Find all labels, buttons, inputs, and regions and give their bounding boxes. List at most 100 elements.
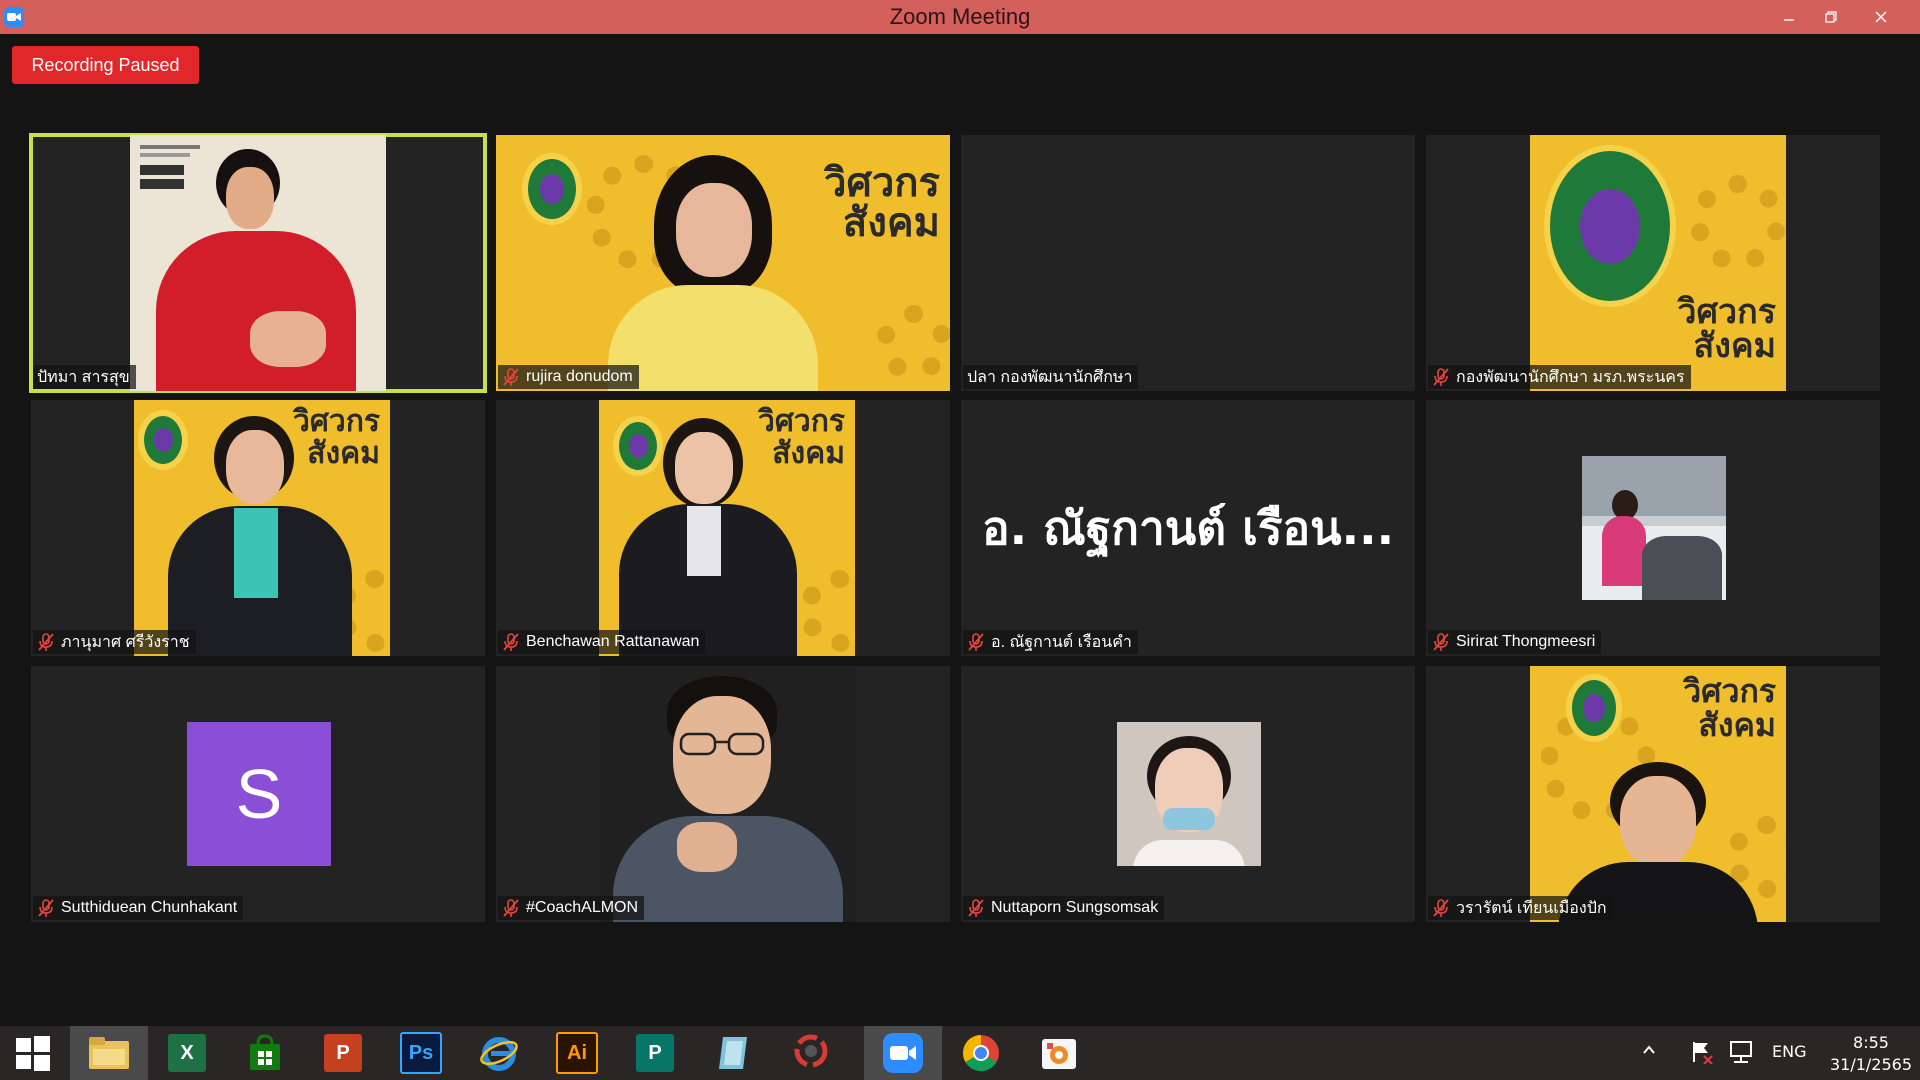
store-bag-icon bbox=[250, 1034, 280, 1070]
participant-name-tag: อ. ณัฐกานต์ เรือนคำ bbox=[963, 630, 1138, 654]
taskbar-internet-explorer[interactable] bbox=[460, 1026, 538, 1080]
participant-name: กองพัฒนานักศึกษา มรภ.พระนคร bbox=[1456, 368, 1685, 386]
participant-name-tag: Nuttaporn Sungsomsak bbox=[963, 896, 1165, 920]
participant-name: ภานุมาศ ศรีวังราช bbox=[61, 633, 190, 651]
internet-explorer-icon bbox=[480, 1037, 518, 1071]
clock[interactable]: 8:55 31/1/2565 bbox=[1826, 1032, 1916, 1076]
video-tile[interactable]: ปลา กองพัฒนานักศึกษา bbox=[961, 135, 1415, 391]
taskbar-zoom[interactable] bbox=[864, 1026, 942, 1080]
zoom-app-icon bbox=[4, 7, 24, 27]
muted-mic-icon bbox=[503, 633, 519, 651]
participant-picture bbox=[1582, 456, 1726, 600]
chrome-icon bbox=[962, 1035, 999, 1072]
video-tile[interactable]: Nuttaporn Sungsomsak bbox=[961, 666, 1415, 922]
restore-icon bbox=[1825, 11, 1837, 23]
taskbar-store[interactable] bbox=[226, 1026, 304, 1080]
restore-button[interactable] bbox=[1808, 0, 1854, 34]
university-seal-icon bbox=[138, 410, 188, 470]
participant-name: วรารัตน์ เทียนเมืองปัก bbox=[1456, 899, 1607, 917]
participant-name: Benchawan Rattanawan bbox=[526, 633, 700, 650]
tray-action-center[interactable] bbox=[1690, 1040, 1714, 1068]
video-tile[interactable]: ปัทมา สารสุข bbox=[29, 133, 487, 393]
taskbar-file-explorer[interactable] bbox=[70, 1026, 148, 1080]
muted-mic-icon bbox=[1433, 899, 1449, 917]
taskbar-photoshop[interactable]: Ps bbox=[382, 1026, 460, 1080]
participant-video: วิศวกร สังคม bbox=[1530, 135, 1786, 391]
network-icon bbox=[1730, 1041, 1752, 1063]
video-tile[interactable]: #CoachALMON bbox=[496, 666, 950, 922]
paint-icon bbox=[1042, 1039, 1076, 1069]
participant-video: วิศวกร สังคม bbox=[1530, 666, 1786, 922]
window-title: Zoom Meeting bbox=[889, 4, 1031, 29]
patterned-shirt bbox=[608, 285, 818, 391]
input-language[interactable]: ENG bbox=[1772, 1042, 1806, 1061]
participant-name-tag: #CoachALMON bbox=[498, 896, 645, 920]
poster-brand: วิศวกร สังคม bbox=[757, 404, 845, 471]
folder-icon bbox=[89, 1037, 129, 1069]
face-mask bbox=[1163, 808, 1215, 830]
video-tile[interactable]: วิศวกร สังคม rujira donudom bbox=[496, 135, 950, 391]
title-bar: Zoom Meeting bbox=[0, 0, 1920, 34]
taskbar-photoscape[interactable] bbox=[772, 1026, 850, 1080]
video-tile[interactable]: วิศวกร สังคม วรารัตน์ เทียนเมืองปัก bbox=[1426, 666, 1880, 922]
participant-display-name: อ. ณัฐกานต์ เรือน... bbox=[981, 500, 1395, 555]
start-button[interactable] bbox=[0, 1026, 66, 1080]
university-seal-icon bbox=[613, 416, 663, 476]
participant-name: Sutthiduean Chunhakant bbox=[61, 899, 238, 916]
close-button[interactable] bbox=[1858, 0, 1904, 34]
taskbar-publisher[interactable]: P bbox=[616, 1026, 694, 1080]
taskbar-chrome[interactable] bbox=[942, 1026, 1020, 1080]
video-tile[interactable]: Sirirat Thongmeesri bbox=[1426, 400, 1880, 656]
muted-mic-icon bbox=[1433, 633, 1449, 651]
photoscape-icon bbox=[794, 1034, 828, 1068]
publisher-icon: P bbox=[636, 1034, 674, 1072]
windows-taskbar: X P Ps Ai P ENG 8:55 31/1/2565 bbox=[0, 1026, 1920, 1080]
taskbar-illustrator[interactable]: Ai bbox=[538, 1026, 616, 1080]
tray-network[interactable] bbox=[1728, 1040, 1754, 1068]
participant-name-tag: ปลา กองพัฒนานักศึกษา bbox=[963, 365, 1139, 389]
photoshop-icon: Ps bbox=[400, 1032, 442, 1074]
participant-video: วิศวกร สังคม bbox=[496, 135, 950, 391]
white-shirt bbox=[687, 506, 721, 576]
close-icon bbox=[1875, 11, 1887, 23]
participant-name-tag: วรารัตน์ เทียนเมืองปัก bbox=[1428, 896, 1613, 920]
illustrator-icon: Ai bbox=[556, 1032, 598, 1074]
taskbar-powerpoint[interactable]: P bbox=[304, 1026, 382, 1080]
university-seal-icon bbox=[1566, 674, 1622, 742]
face bbox=[675, 432, 733, 504]
participant-video bbox=[130, 135, 386, 391]
participant-video: วิศวกร สังคม bbox=[599, 400, 855, 656]
video-tile[interactable]: อ. ณัฐกานต์ เรือน... อ. ณัฐกานต์ เรือนคำ bbox=[961, 400, 1415, 656]
muted-mic-icon bbox=[1433, 368, 1449, 386]
minimize-icon bbox=[1784, 19, 1794, 21]
teal-shirt bbox=[234, 508, 278, 598]
flag-icon bbox=[1693, 1042, 1713, 1065]
participant-photo bbox=[599, 666, 855, 922]
video-tile[interactable]: วิศวกร สังคม Benchawan Rattanawan bbox=[496, 400, 950, 656]
recording-paused-badge[interactable]: Recording Paused bbox=[12, 46, 199, 84]
muted-mic-icon bbox=[968, 899, 984, 917]
video-tile[interactable]: วิศวกร สังคม ภานุมาศ ศรีวังราช bbox=[31, 400, 485, 656]
university-seal-icon bbox=[1544, 145, 1676, 307]
participant-avatar: S bbox=[187, 722, 331, 866]
participant-name-tag: ภานุมาศ ศรีวังราช bbox=[33, 630, 196, 654]
backdrop-text-art bbox=[140, 145, 200, 215]
notepad-icon bbox=[719, 1037, 747, 1069]
taskbar-excel[interactable]: X bbox=[148, 1026, 226, 1080]
video-tile[interactable]: วิศวกร สังคม กองพัฒนานักศึกษา มรภ.พระนคร bbox=[1426, 135, 1880, 391]
participant-name-tag: rujira donudom bbox=[498, 365, 639, 389]
participant-name: Sirirat Thongmeesri bbox=[1456, 633, 1596, 650]
muted-mic-icon bbox=[38, 633, 54, 651]
taskbar-paint[interactable] bbox=[1020, 1026, 1098, 1080]
hand bbox=[250, 311, 326, 367]
participant-name-tag: Sutthiduean Chunhakant bbox=[33, 896, 244, 920]
taskbar-notepad[interactable] bbox=[694, 1026, 772, 1080]
red-sweater bbox=[156, 231, 356, 391]
minimize-button[interactable] bbox=[1766, 0, 1812, 34]
muted-mic-icon bbox=[503, 368, 519, 386]
hand bbox=[677, 822, 737, 872]
tray-overflow-button[interactable] bbox=[1642, 1042, 1656, 1061]
participant-name-tag: กองพัฒนานักศึกษา มรภ.พระนคร bbox=[1428, 365, 1691, 389]
video-tile[interactable]: S Sutthiduean Chunhakant bbox=[31, 666, 485, 922]
chevron-up-icon bbox=[1643, 1045, 1655, 1054]
